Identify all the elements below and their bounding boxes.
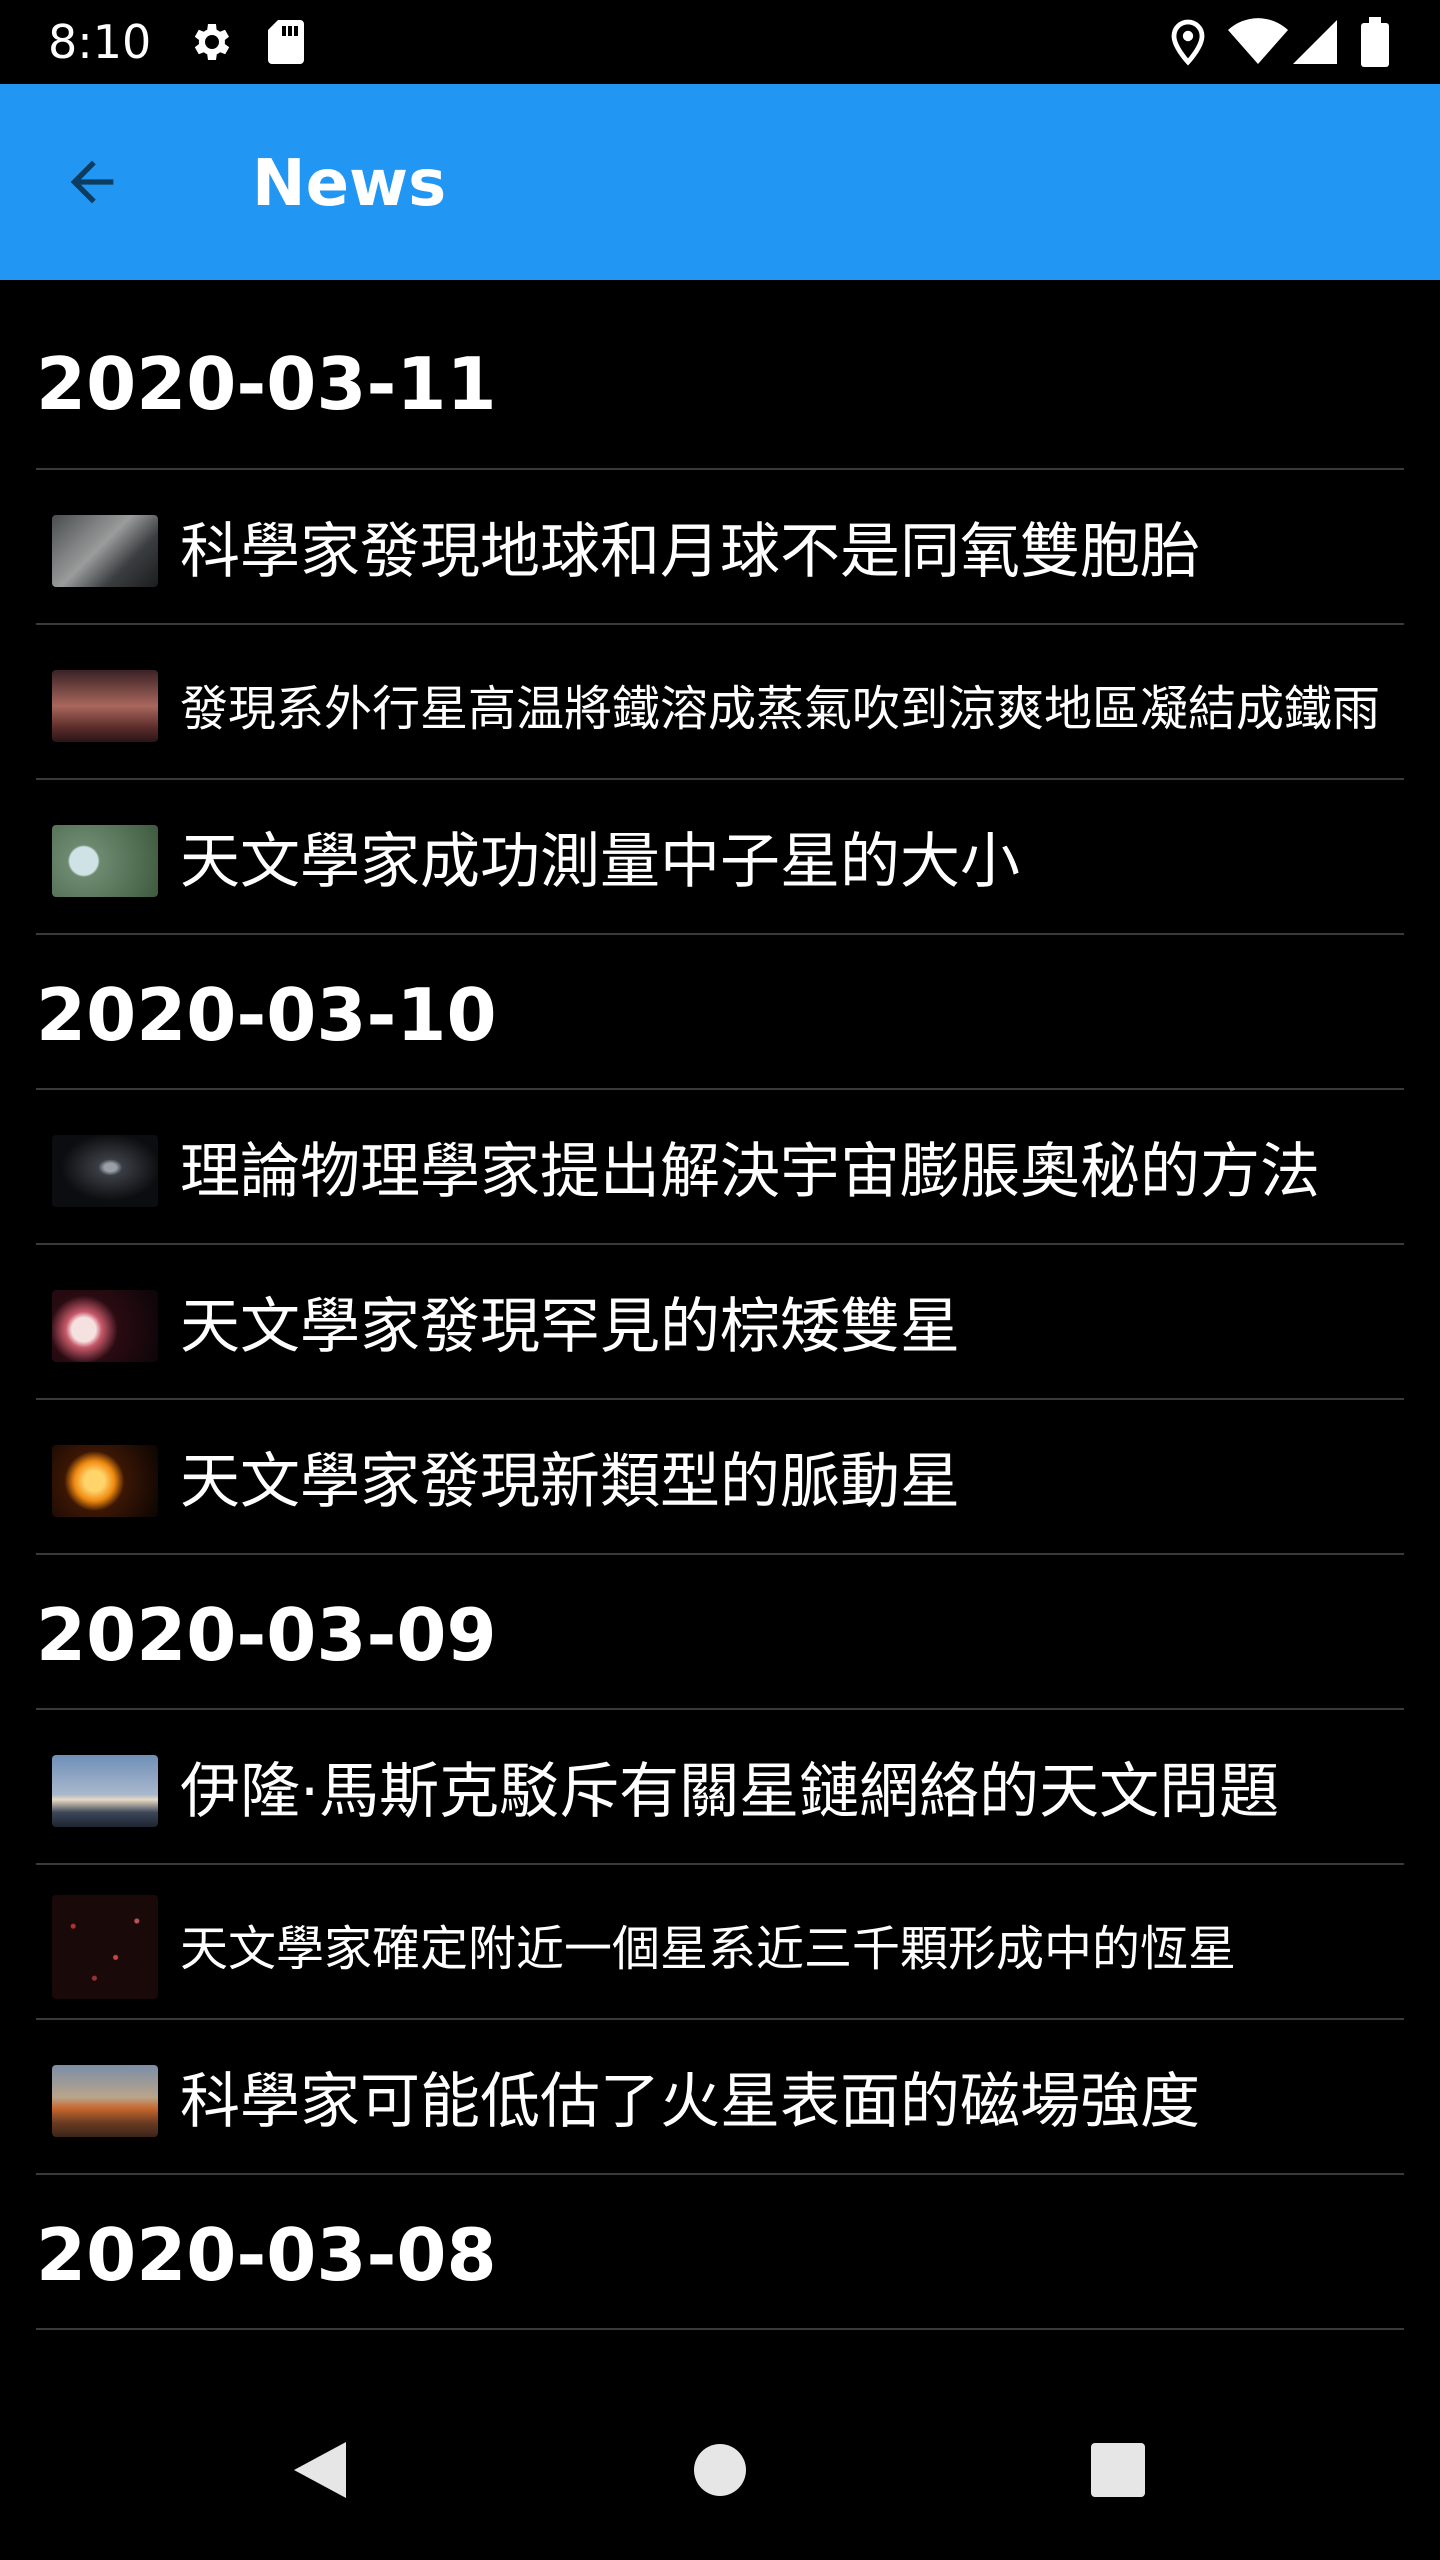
news-item[interactable]: 理論物理學家提出解決宇宙膨脹奧秘的方法	[0, 1090, 1440, 1245]
news-list: 2020-03-11 科學家發現地球和月球不是同氧雙胞胎 發現系外行星高温將鐵溶…	[0, 280, 1440, 2330]
news-thumbnail	[52, 1895, 158, 1999]
news-title: 科學家可能低估了火星表面的磁場強度	[180, 2067, 1200, 2137]
news-thumbnail	[52, 670, 158, 742]
date-label: 2020-03-10	[36, 973, 497, 1057]
news-title: 天文學家發現新類型的脈動星	[180, 1447, 960, 1517]
news-item[interactable]: 天文學家發現罕見的棕矮雙星	[0, 1245, 1440, 1400]
nav-back-button[interactable]	[270, 2420, 370, 2520]
nav-home-button[interactable]	[670, 2420, 770, 2520]
date-section: 2020-03-09 伊隆·馬斯克駁斥有關星鏈網絡的天文問題 天文學家確定附近一…	[0, 1555, 1440, 2175]
news-item[interactable]: 天文學家確定附近一個星系近三千顆形成中的恆星	[0, 1865, 1440, 2020]
status-time: 8:10	[48, 15, 152, 69]
news-thumbnail	[52, 1445, 158, 1517]
home-circle-icon	[694, 2444, 746, 2496]
date-label: 2020-03-11	[36, 342, 497, 426]
wifi-icon	[1226, 14, 1290, 70]
news-item[interactable]: 發現系外行星高温將鐵溶成蒸氣吹到涼爽地區凝結成鐵雨	[0, 625, 1440, 780]
status-bar: 8:10	[0, 0, 1440, 84]
news-item[interactable]: 伊隆·馬斯克駁斥有關星鏈網絡的天文問題	[0, 1710, 1440, 1865]
news-thumbnail	[52, 2065, 158, 2137]
news-thumbnail	[52, 825, 158, 897]
date-header: 2020-03-08	[0, 2175, 1440, 2330]
news-title: 天文學家成功測量中子星的大小	[180, 827, 1020, 897]
date-label: 2020-03-08	[36, 2213, 497, 2297]
date-label: 2020-03-09	[36, 1593, 497, 1677]
arrow-back-icon	[70, 160, 114, 204]
app-bar: News	[0, 84, 1440, 280]
date-section: 2020-03-10 理論物理學家提出解決宇宙膨脹奧秘的方法 天文學家發現罕見的…	[0, 935, 1440, 1555]
news-title: 伊隆·馬斯克駁斥有關星鏈網絡的天文問題	[180, 1757, 1280, 1827]
news-thumbnail	[52, 515, 158, 587]
settings-icon	[180, 14, 240, 70]
news-thumbnail	[52, 1755, 158, 1827]
date-header: 2020-03-11	[0, 280, 1440, 470]
date-section: 2020-03-11 科學家發現地球和月球不是同氧雙胞胎 發現系外行星高温將鐵溶…	[0, 280, 1440, 935]
navigation-bar	[0, 2360, 1440, 2560]
back-button[interactable]	[44, 134, 140, 230]
news-thumbnail	[52, 1290, 158, 1362]
back-triangle-icon	[294, 2442, 346, 2498]
divider	[36, 2328, 1404, 2330]
signal-icon	[1290, 14, 1340, 70]
news-title: 理論物理學家提出解決宇宙膨脹奧秘的方法	[180, 1137, 1320, 1207]
news-item[interactable]: 天文學家成功測量中子星的大小	[0, 780, 1440, 935]
news-title: 科學家發現地球和月球不是同氧雙胞胎	[180, 517, 1200, 587]
date-section: 2020-03-08	[0, 2175, 1440, 2330]
battery-icon	[1350, 14, 1400, 70]
date-header: 2020-03-09	[0, 1555, 1440, 1710]
location-icon	[1160, 14, 1216, 70]
news-title: 天文學家發現罕見的棕矮雙星	[180, 1292, 960, 1362]
news-thumbnail	[52, 1135, 158, 1207]
news-item[interactable]: 天文學家發現新類型的脈動星	[0, 1400, 1440, 1555]
news-title: 天文學家確定附近一個星系近三千顆形成中的恆星	[180, 1921, 1237, 1977]
news-item[interactable]: 科學家發現地球和月球不是同氧雙胞胎	[0, 470, 1440, 625]
news-item[interactable]: 科學家可能低估了火星表面的磁場強度	[0, 2020, 1440, 2175]
news-title: 發現系外行星高温將鐵溶成蒸氣吹到涼爽地區凝結成鐵雨	[180, 681, 1381, 737]
sd-card-icon	[256, 14, 316, 70]
nav-recents-button[interactable]	[1068, 2420, 1168, 2520]
page-title: News	[252, 147, 447, 221]
date-header: 2020-03-10	[0, 935, 1440, 1090]
recents-square-icon	[1091, 2443, 1145, 2497]
